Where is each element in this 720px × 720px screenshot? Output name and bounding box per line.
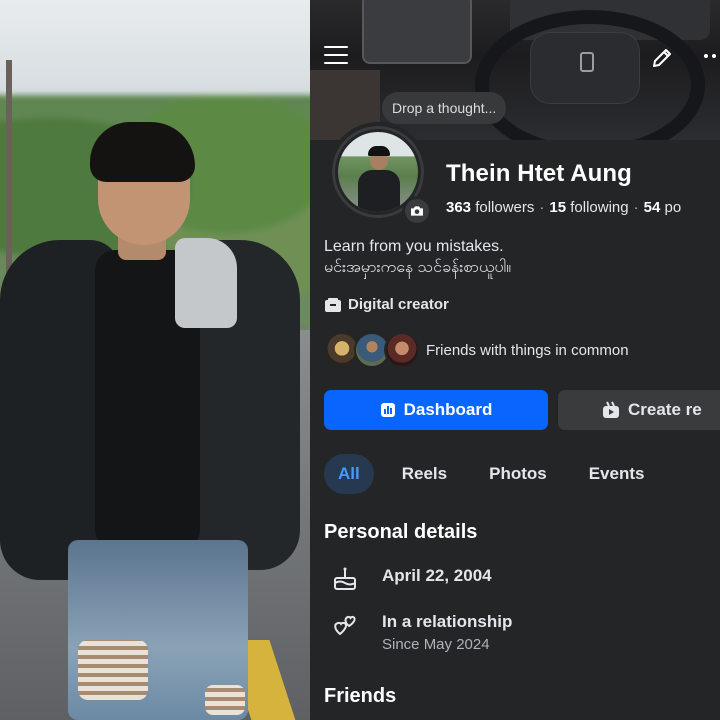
- tab-reels[interactable]: Reels: [388, 454, 461, 494]
- birthday-text: April 22, 2004: [382, 566, 492, 585]
- photo-person: [0, 0, 310, 720]
- profile-screen: Drop a thought... Thein Htet Aung 363 fo…: [310, 0, 720, 720]
- dashboard-label: Dashboard: [403, 400, 493, 419]
- following-label[interactable]: following: [570, 199, 628, 216]
- menu-icon[interactable]: [324, 46, 348, 66]
- dashboard-icon: [380, 403, 395, 417]
- profile-name: Thein Htet Aung: [446, 160, 632, 187]
- profile-category: Digital creator: [324, 296, 449, 313]
- tab-events[interactable]: Events: [575, 454, 659, 494]
- mutual-friends-row[interactable]: Friends with things in common: [324, 332, 629, 368]
- profile-tabs: All Reels Photos Events: [324, 454, 672, 494]
- create-reel-button[interactable]: Create re: [558, 390, 720, 430]
- relationship-since: Since May 2024: [382, 636, 490, 653]
- category-label: Digital creator: [348, 296, 449, 313]
- edit-icon[interactable]: [650, 46, 674, 74]
- dashboard-button[interactable]: Dashboard: [324, 390, 548, 430]
- personal-details-title: Personal details: [324, 521, 478, 543]
- posts-count[interactable]: 54: [644, 199, 661, 216]
- followers-label[interactable]: followers: [475, 199, 534, 216]
- relationship-icon: [334, 615, 356, 636]
- category-icon: [325, 297, 341, 312]
- relationship-row: In a relationship Since May 2024: [332, 612, 512, 653]
- create-label: Create re: [628, 400, 702, 419]
- relationship-status: In a relationship: [382, 612, 513, 631]
- following-count[interactable]: 15: [549, 199, 566, 216]
- tab-photos[interactable]: Photos: [475, 454, 561, 494]
- followers-count[interactable]: 363: [446, 199, 471, 216]
- posts-label[interactable]: po: [664, 199, 681, 216]
- profile-bio: Learn from you mistakes. မင်းအမှားကနေ သင…: [324, 236, 511, 278]
- more-icon[interactable]: [702, 44, 720, 72]
- camera-icon[interactable]: [402, 196, 432, 226]
- birthday-row: April 22, 2004: [332, 566, 492, 592]
- bio-line-1: Learn from you mistakes.: [324, 238, 504, 255]
- left-photo: [0, 0, 310, 720]
- create-icon: [603, 401, 619, 418]
- tab-all[interactable]: All: [324, 454, 374, 494]
- friend-avatar[interactable]: [384, 332, 420, 368]
- profile-stats: 363 followers · 15 following · 54 po: [446, 199, 682, 216]
- bio-line-2: မင်းအမှားကနေ သင်ခန်းစာယူပါ။: [324, 259, 512, 276]
- thought-bubble[interactable]: Drop a thought...: [382, 92, 507, 124]
- birthday-icon: [334, 567, 356, 590]
- mutual-friends-text[interactable]: Friends with things in common: [426, 342, 629, 359]
- friends-title: Friends: [324, 685, 397, 707]
